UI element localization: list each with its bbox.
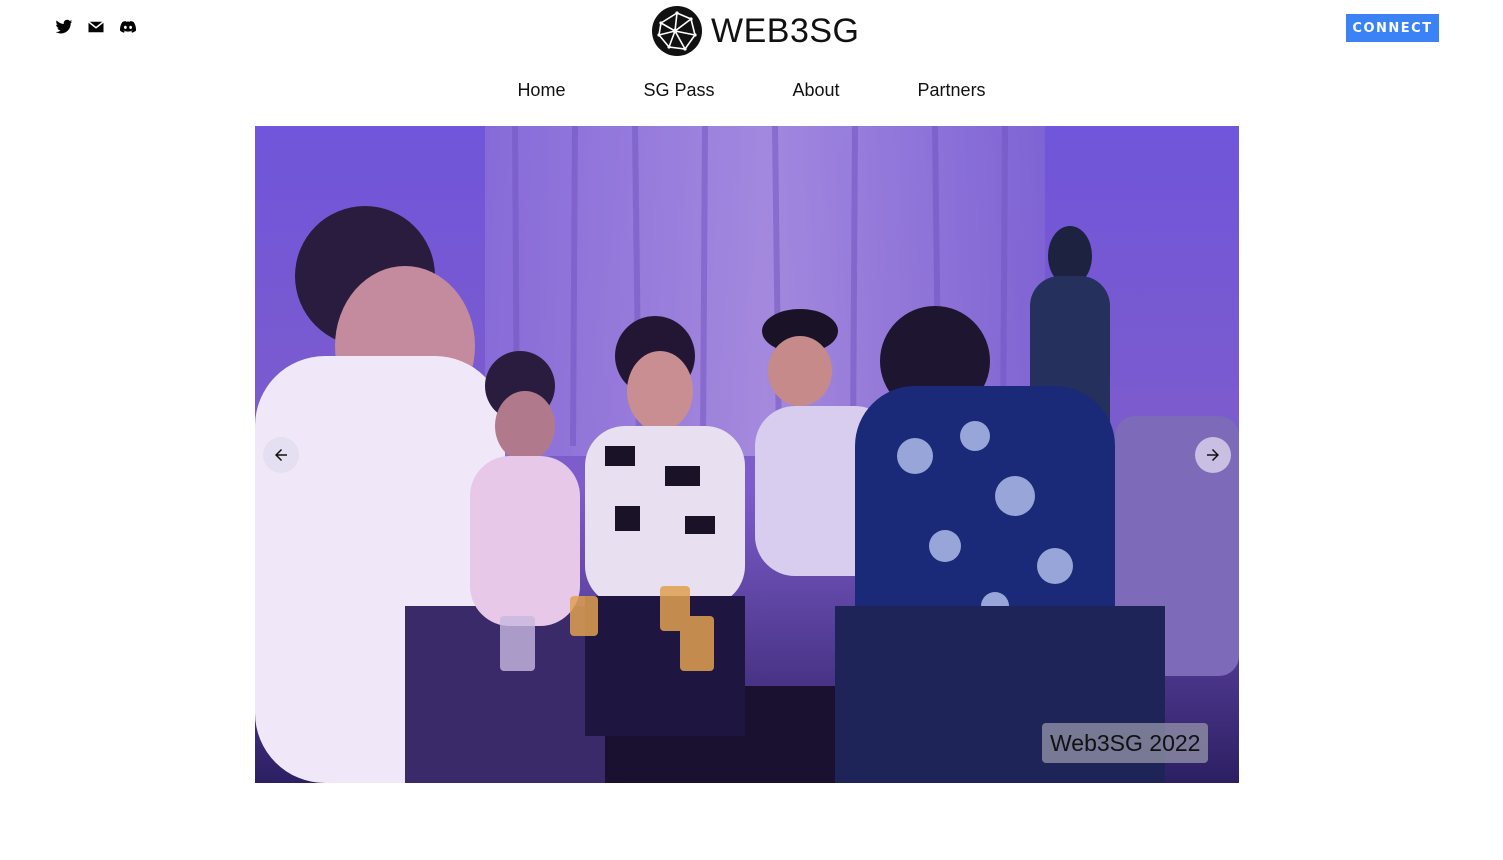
carousel-prev-button[interactable]: [263, 437, 299, 473]
twitter-icon[interactable]: [55, 18, 73, 36]
carousel-caption: Web3SG 2022: [1042, 723, 1209, 763]
discord-icon[interactable]: [119, 18, 137, 36]
event-photo: [255, 126, 1239, 783]
main-nav: Home SG Pass About Partners: [0, 80, 1503, 101]
nav-item-home[interactable]: Home: [517, 80, 565, 101]
arrow-left-icon: [275, 449, 287, 461]
photo-carousel: Web3SG 2022: [255, 126, 1239, 783]
nav-item-sg-pass[interactable]: SG Pass: [643, 80, 714, 101]
mail-icon[interactable]: [87, 18, 105, 36]
logo-wordmark: WEB3SG: [711, 11, 860, 50]
nav-item-partners[interactable]: Partners: [918, 80, 986, 101]
globe-logo-icon: [652, 6, 702, 56]
connect-wallet-button[interactable]: CONNECT: [1346, 14, 1439, 42]
carousel-next-button[interactable]: [1195, 437, 1231, 473]
social-links: [55, 18, 137, 36]
site-logo[interactable]: WEB3SG: [651, 5, 859, 57]
arrow-right-icon: [1207, 449, 1219, 461]
nav-item-about[interactable]: About: [792, 80, 839, 101]
